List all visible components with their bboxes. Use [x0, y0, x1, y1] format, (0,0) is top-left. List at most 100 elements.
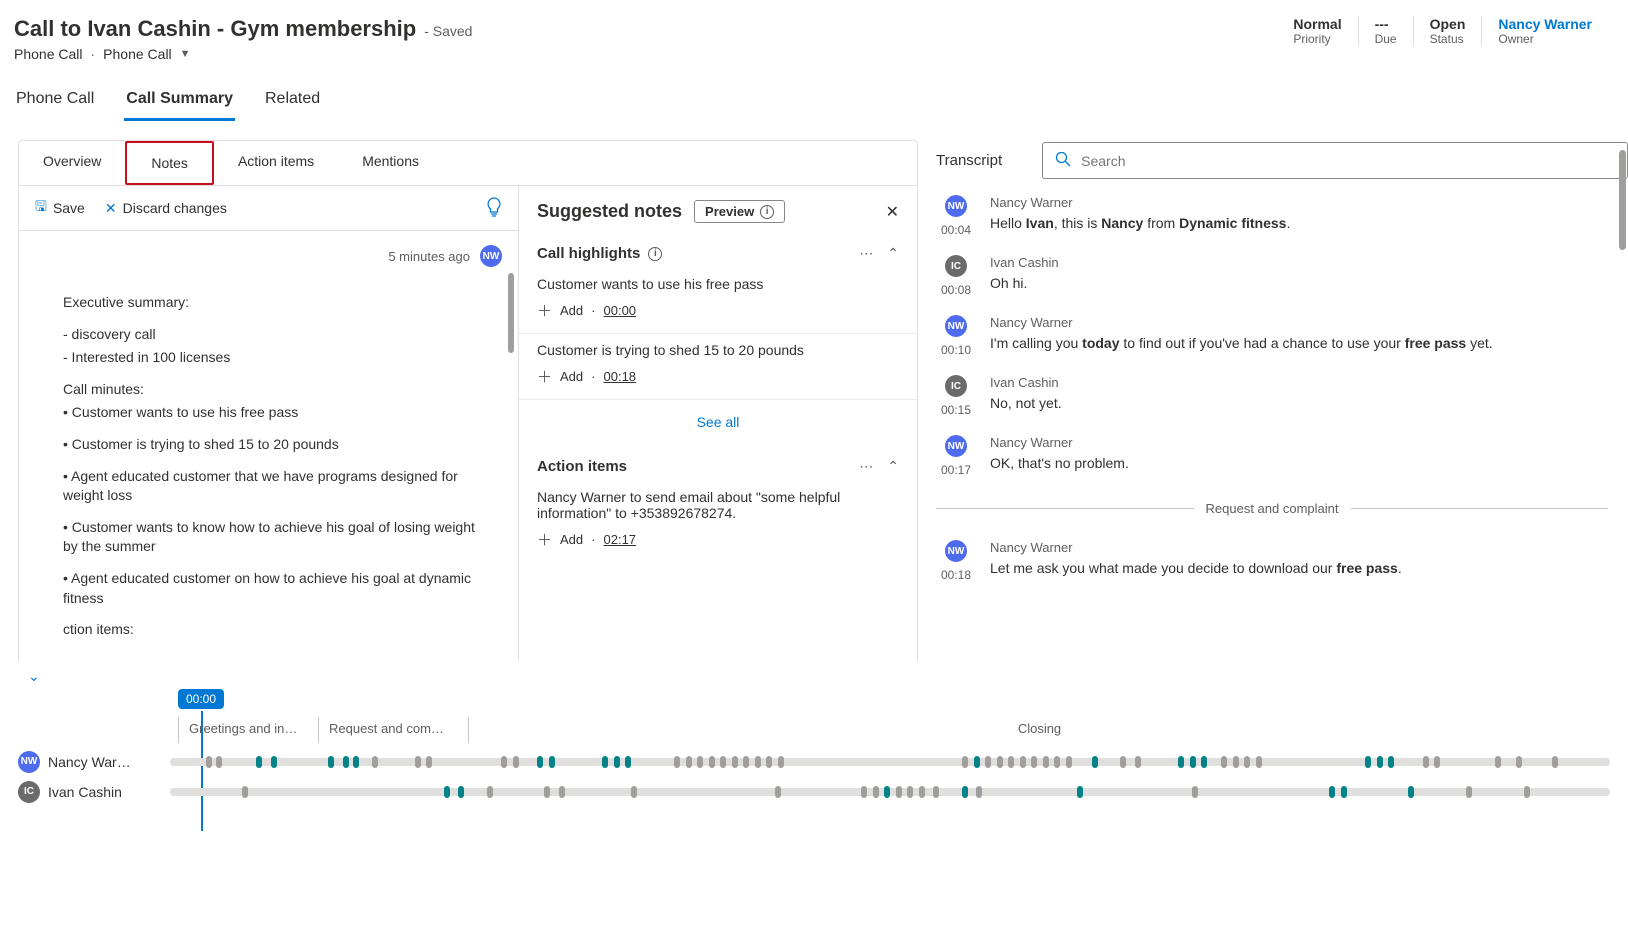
priority-value: Normal: [1293, 16, 1341, 32]
avatar: NW: [945, 435, 967, 457]
timeline-tick: [602, 756, 608, 768]
more-icon[interactable]: ⋯: [859, 458, 873, 475]
notes-line: - discovery call: [63, 325, 488, 345]
add-button[interactable]: Add: [560, 369, 583, 384]
timestamp-link[interactable]: 02:17: [604, 532, 637, 547]
audio-track[interactable]: [170, 788, 1610, 796]
discard-button[interactable]: ✕ Discard changes: [105, 200, 227, 217]
timeline-tick: [426, 756, 432, 768]
preview-label: Preview: [705, 204, 754, 219]
timeline-tick: [1329, 786, 1335, 798]
tab-mentions[interactable]: Mentions: [338, 141, 443, 185]
breadcrumb-item[interactable]: Phone Call: [103, 46, 172, 62]
notes-bullet: • Customer is trying to shed 15 to 20 po…: [63, 435, 488, 455]
tab-related[interactable]: Related: [263, 84, 322, 121]
preview-button[interactable]: Preview i: [694, 200, 785, 223]
due-value: ---: [1375, 16, 1397, 32]
timeline-tick: [1244, 756, 1250, 768]
segment-label[interactable]: Closing: [469, 717, 1610, 743]
owner-value[interactable]: Nancy Warner: [1498, 16, 1592, 32]
page-title: Call to Ivan Cashin - Gym membership: [14, 16, 416, 42]
transcript-row[interactable]: NW00:18Nancy WarnerLet me ask you what m…: [936, 540, 1608, 582]
transcript-time: 00:17: [941, 463, 971, 477]
timeline-tick: [697, 756, 703, 768]
transcript-row[interactable]: NW00:04Nancy WarnerHello Ivan, this is N…: [936, 195, 1608, 237]
tab-phone-call[interactable]: Phone Call: [14, 84, 96, 121]
timestamp-link[interactable]: 00:00: [604, 303, 637, 318]
speaker-name: Ivan Cashin: [990, 375, 1608, 390]
timeline-tick: [353, 756, 359, 768]
timeline-tick: [1077, 786, 1083, 798]
timeline-tick: [216, 756, 222, 768]
timeline-tick: [559, 786, 565, 798]
transcript-text: Oh hi.: [990, 274, 1608, 294]
transcript-time: 00:10: [941, 343, 971, 357]
timeline-tick: [743, 756, 749, 768]
notes-heading: ction items:: [63, 620, 488, 640]
transcript-row[interactable]: IC00:08Ivan CashinOh hi.: [936, 255, 1608, 297]
notes-bullet: • Customer wants to use his free pass: [63, 403, 488, 423]
audio-track[interactable]: [170, 758, 1610, 766]
add-button[interactable]: Add: [560, 532, 583, 547]
action-item-text: Nancy Warner to send email about "some h…: [537, 489, 899, 521]
timeline-tick: [1190, 756, 1196, 768]
plus-icon[interactable]: ＋: [537, 300, 552, 321]
transcript-text: No, not yet.: [990, 394, 1608, 414]
plus-icon[interactable]: ＋: [537, 529, 552, 550]
playhead[interactable]: 00:00: [178, 689, 224, 709]
timeline-tick: [242, 786, 248, 798]
timeline-tick: [974, 756, 980, 768]
timestamp-link[interactable]: 00:18: [604, 369, 637, 384]
tab-notes[interactable]: Notes: [125, 141, 214, 185]
timeline-tick: [674, 756, 680, 768]
tab-overview[interactable]: Overview: [19, 141, 125, 185]
timeline-tick: [997, 756, 1003, 768]
chevron-down-icon[interactable]: ⌄: [18, 664, 50, 689]
avatar: IC: [945, 375, 967, 397]
tab-call-summary[interactable]: Call Summary: [124, 84, 235, 121]
separator-dot: ·: [591, 303, 595, 318]
avatar: IC: [945, 255, 967, 277]
transcript-row[interactable]: NW00:10Nancy WarnerI'm calling you today…: [936, 315, 1608, 357]
notes-line: - Interested in 100 licenses: [63, 348, 488, 368]
separator-dot: ·: [91, 46, 96, 62]
more-icon[interactable]: ⋯: [859, 245, 873, 262]
chevron-up-icon[interactable]: ⌃: [887, 245, 899, 262]
search-field[interactable]: [1081, 153, 1615, 169]
notes-bullet: • Agent educated customer that we have p…: [63, 467, 488, 506]
close-icon[interactable]: ✕: [886, 202, 899, 222]
see-all-link[interactable]: See all: [519, 400, 917, 444]
track-name: Ivan Cashin: [48, 784, 122, 800]
avatar: NW: [480, 245, 502, 267]
scrollbar-thumb[interactable]: [1619, 150, 1626, 250]
scrollbar-thumb[interactable]: [508, 273, 514, 353]
notes-editor[interactable]: Executive summary: - discovery call - In…: [19, 273, 518, 660]
timeline-tick: [549, 756, 555, 768]
segment-label[interactable]: Request and com…: [319, 717, 469, 743]
timeline-tick: [1365, 756, 1371, 768]
timeline-tick: [709, 756, 715, 768]
lightbulb-icon[interactable]: [486, 197, 502, 220]
chevron-up-icon[interactable]: ⌃: [887, 458, 899, 475]
timeline-tick: [896, 786, 902, 798]
segments: Greetings and in… Request and com… Closi…: [178, 717, 1610, 743]
timeline-tick: [919, 786, 925, 798]
info-icon[interactable]: i: [648, 247, 662, 261]
transcript-row[interactable]: IC00:15Ivan CashinNo, not yet.: [936, 375, 1608, 417]
timeline-tick: [328, 756, 334, 768]
timeline-tick: [1524, 786, 1530, 798]
search-input[interactable]: [1042, 142, 1628, 179]
timeline-tick: [755, 756, 761, 768]
chevron-down-icon[interactable]: ▼: [180, 48, 191, 60]
suggested-notes-title: Suggested notes: [537, 201, 682, 222]
segment-label[interactable]: Greetings and in…: [179, 717, 319, 743]
transcript-row[interactable]: NW00:17Nancy WarnerOK, that's no problem…: [936, 435, 1608, 477]
save-button[interactable]: 🖫 Save: [35, 196, 85, 220]
plus-icon[interactable]: ＋: [537, 366, 552, 387]
notes-bullet: • Customer wants to know how to achieve …: [63, 518, 488, 557]
timeline-tick: [1031, 756, 1037, 768]
add-button[interactable]: Add: [560, 303, 583, 318]
tab-action-items[interactable]: Action items: [214, 141, 338, 185]
timeline-tick: [962, 756, 968, 768]
timeline-tick: [962, 786, 968, 798]
